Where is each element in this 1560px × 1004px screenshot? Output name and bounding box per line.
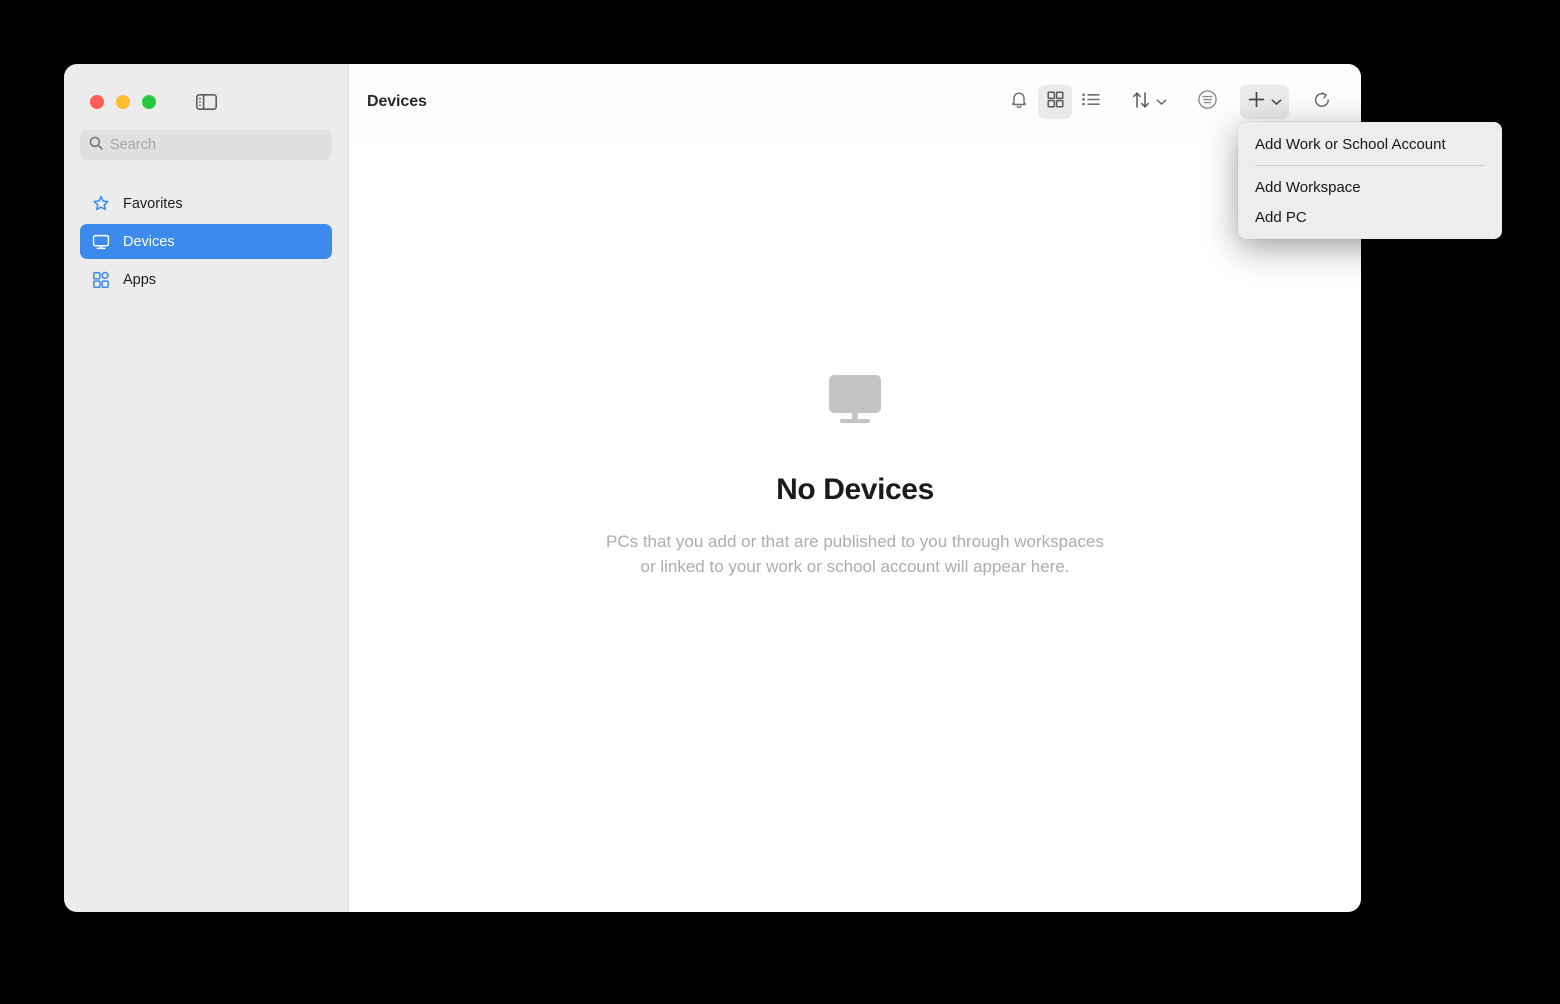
add-menu: Add Work or School Account Add Workspace…: [1238, 122, 1502, 239]
add-button[interactable]: [1240, 85, 1289, 119]
monitor-large-icon: [827, 374, 883, 431]
grid-view-button[interactable]: [1038, 85, 1072, 119]
sidebar-item-label: Apps: [123, 271, 157, 288]
sidebar-toggle-icon[interactable]: [194, 90, 218, 114]
menu-item-add-pc[interactable]: Add PC: [1238, 202, 1502, 232]
monitor-icon: [91, 232, 110, 251]
list-view-button[interactable]: [1074, 85, 1108, 119]
content-area: Devices No Devices PCs that you add or t…: [349, 64, 1361, 912]
filter-circle-icon: [1197, 89, 1218, 115]
close-button[interactable]: [90, 95, 104, 109]
screen: Favorites Devices: [0, 0, 1560, 1004]
sort-arrows-icon: [1131, 90, 1151, 115]
grid-view-icon: [1046, 90, 1065, 114]
sidebar-nav: Favorites Devices Apps: [64, 186, 348, 297]
list-view-icon: [1081, 91, 1101, 113]
refresh-button[interactable]: [1305, 85, 1339, 119]
search-icon: [89, 136, 103, 155]
menu-item-add-workspace[interactable]: Add Workspace: [1238, 172, 1502, 202]
minimize-button[interactable]: [116, 95, 130, 109]
sidebar: Favorites Devices: [64, 64, 349, 912]
sidebar-item-devices[interactable]: Devices: [80, 224, 332, 259]
toolbar: Devices: [349, 64, 1361, 140]
page-title: Devices: [367, 93, 427, 110]
star-icon: [91, 194, 110, 213]
menu-item-add-work-or-school-account[interactable]: Add Work or School Account: [1238, 129, 1502, 159]
refresh-icon: [1312, 90, 1332, 115]
menu-separator: [1255, 165, 1485, 166]
search-input[interactable]: [110, 137, 323, 153]
empty-state-title: No Devices: [776, 473, 934, 506]
sort-button[interactable]: [1124, 85, 1174, 119]
search-container: [64, 130, 348, 160]
toolbar-actions: [1002, 85, 1339, 119]
search-field[interactable]: [80, 130, 332, 160]
filter-button[interactable]: [1190, 85, 1224, 119]
zoom-button[interactable]: [142, 95, 156, 109]
bell-icon: [1010, 90, 1028, 114]
apps-grid-icon: [91, 270, 110, 289]
notifications-button[interactable]: [1002, 85, 1036, 119]
sidebar-item-label: Devices: [123, 233, 175, 250]
sidebar-item-apps[interactable]: Apps: [80, 262, 332, 297]
empty-state: No Devices PCs that you add or that are …: [349, 140, 1361, 912]
sidebar-item-label: Favorites: [123, 195, 183, 212]
empty-state-description: PCs that you add or that are published t…: [605, 532, 1105, 577]
plus-icon: [1247, 90, 1266, 114]
window-controls: [64, 64, 348, 140]
chevron-down-icon: [1156, 93, 1167, 111]
sidebar-item-favorites[interactable]: Favorites: [80, 186, 332, 221]
app-window: Favorites Devices: [64, 64, 1361, 912]
chevron-down-icon: [1271, 93, 1282, 111]
